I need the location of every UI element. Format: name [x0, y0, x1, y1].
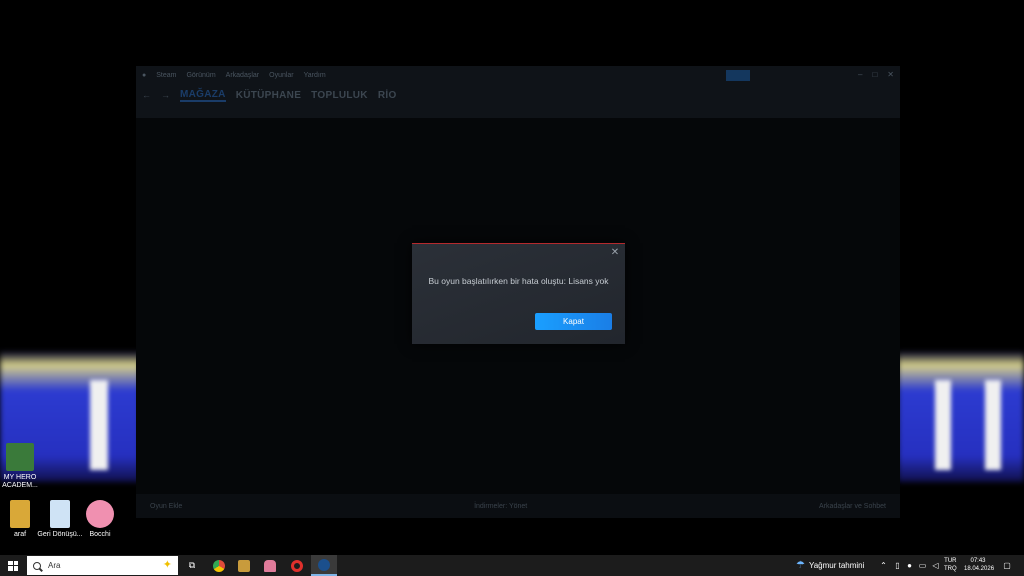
- desktop-icon-label: Geri Dönüşü...: [37, 531, 83, 538]
- forward-arrow-icon[interactable]: →: [161, 90, 170, 100]
- ghost-app-icon: [264, 559, 276, 572]
- menu-help[interactable]: Yardım: [304, 72, 326, 79]
- lang-top: TUR: [944, 558, 957, 564]
- desktop-icon-label: Bocchi: [89, 531, 111, 538]
- friends-chat-button[interactable]: Arkadaşlar ve Sohbet: [819, 503, 886, 510]
- steam-menubar: ● Steam Görünüm Arkadaşlar Oyunlar Yardı…: [136, 66, 900, 84]
- araf-folder-icon: [10, 500, 30, 528]
- close-button[interactable]: Kapat: [535, 313, 612, 330]
- tab-store[interactable]: MAĞAZA: [180, 89, 226, 102]
- desktop-icon-mha[interactable]: MY HERO ACADEM...: [0, 443, 43, 490]
- taskbar-app-ghost[interactable]: [259, 555, 281, 576]
- taskbar-app-chrome[interactable]: [208, 555, 230, 576]
- steam-app-icon: [318, 558, 330, 571]
- steam-url-bar[interactable]: [136, 106, 900, 118]
- clock-date: 18.04.2026: [964, 566, 995, 572]
- wallpaper-right: [898, 352, 1024, 482]
- tab-library[interactable]: KÜTÜPHANE: [236, 90, 301, 101]
- opera-app-icon: [291, 559, 303, 572]
- menu-games[interactable]: Oyunlar: [269, 72, 294, 79]
- add-game-button[interactable]: Oyun Ekle: [150, 503, 182, 510]
- windows-logo-icon: [8, 560, 18, 571]
- umbrella-icon: ☂: [796, 560, 805, 571]
- wallpaper-stripe: [985, 380, 1001, 470]
- desktop-icon-bocchi[interactable]: Bocchi: [77, 500, 123, 539]
- wallpaper-stripe: [935, 380, 951, 470]
- mha-game-icon: [6, 443, 34, 471]
- minimize-icon[interactable]: –: [858, 70, 862, 79]
- lang-bottom: TRQ: [944, 566, 957, 572]
- desktop-icon-label: araf: [13, 531, 27, 538]
- wallpaper-stripe: [90, 380, 108, 470]
- close-window-icon[interactable]: ✕: [887, 70, 894, 79]
- clock-time: 07:43: [970, 558, 986, 564]
- clock[interactable]: 07:43 18.04.2026: [964, 557, 995, 573]
- chrome-app-icon: [213, 559, 225, 572]
- back-arrow-icon[interactable]: ←: [142, 90, 151, 100]
- close-icon[interactable]: ✕: [610, 248, 620, 258]
- device-icon[interactable]: ▯: [893, 561, 902, 570]
- league-app-icon: [238, 559, 250, 572]
- search-box[interactable]: Ara ✦: [27, 556, 178, 575]
- task-view-button[interactable]: ⧉: [181, 555, 203, 576]
- desktop-icon-label: MY HERO ACADEM...: [2, 474, 38, 489]
- tab-community[interactable]: TOPLULUK: [311, 90, 368, 101]
- window-controls: – □ ✕: [858, 70, 894, 79]
- taskbar: Ara ✦ ⧉ ☂ Yağmur tahmini ⌃ ▯ ● ▭ ◁ TUR T…: [0, 555, 1024, 576]
- taskbar-app-steam[interactable]: [311, 555, 337, 576]
- steam-footer: Oyun Ekle İndirmeler: Yönet Arkadaşlar v…: [136, 494, 900, 518]
- notification-icon[interactable]: ▢: [1002, 561, 1012, 570]
- steam-notification-button[interactable]: [726, 70, 750, 81]
- network-icon[interactable]: ▭: [918, 561, 927, 570]
- menu-view[interactable]: Görünüm: [186, 72, 215, 79]
- task-view-icon: ⧉: [188, 560, 196, 570]
- error-dialog: ✕ Bu oyun başlatılırken bir hata oluştu:…: [412, 243, 625, 344]
- menu-steam[interactable]: Steam: [156, 72, 176, 79]
- downloads-button[interactable]: İndirmeler: Yönet: [474, 503, 527, 510]
- tab-profile[interactable]: RİO: [378, 90, 397, 101]
- search-placeholder: Ara: [48, 561, 61, 570]
- steam-logo-icon: ●: [142, 71, 147, 79]
- menu-friends[interactable]: Arkadaşlar: [226, 72, 259, 79]
- volume-icon[interactable]: ◁: [931, 561, 940, 570]
- maximize-icon[interactable]: □: [872, 70, 877, 79]
- sparkle-icon: ✦: [162, 559, 172, 571]
- language-indicator[interactable]: TUR TRQ: [944, 557, 957, 573]
- search-icon: [33, 561, 41, 570]
- error-message: Bu oyun başlatılırken bir hata oluştu: L…: [428, 276, 609, 286]
- bocchi-shortcut-icon: [86, 500, 114, 528]
- weather-widget[interactable]: ☂ Yağmur tahmini: [796, 555, 864, 576]
- start-button[interactable]: [0, 555, 26, 576]
- taskbar-app-league[interactable]: [233, 555, 255, 576]
- taskbar-app-opera[interactable]: [286, 555, 308, 576]
- microphone-icon[interactable]: ●: [905, 561, 914, 570]
- recycle-bin-icon: [50, 500, 70, 528]
- chevron-up-icon[interactable]: ⌃: [879, 561, 888, 570]
- steam-nav: ← → MAĞAZA KÜTÜPHANE TOPLULUK RİO: [136, 84, 900, 106]
- weather-text: Yağmur tahmini: [808, 561, 865, 570]
